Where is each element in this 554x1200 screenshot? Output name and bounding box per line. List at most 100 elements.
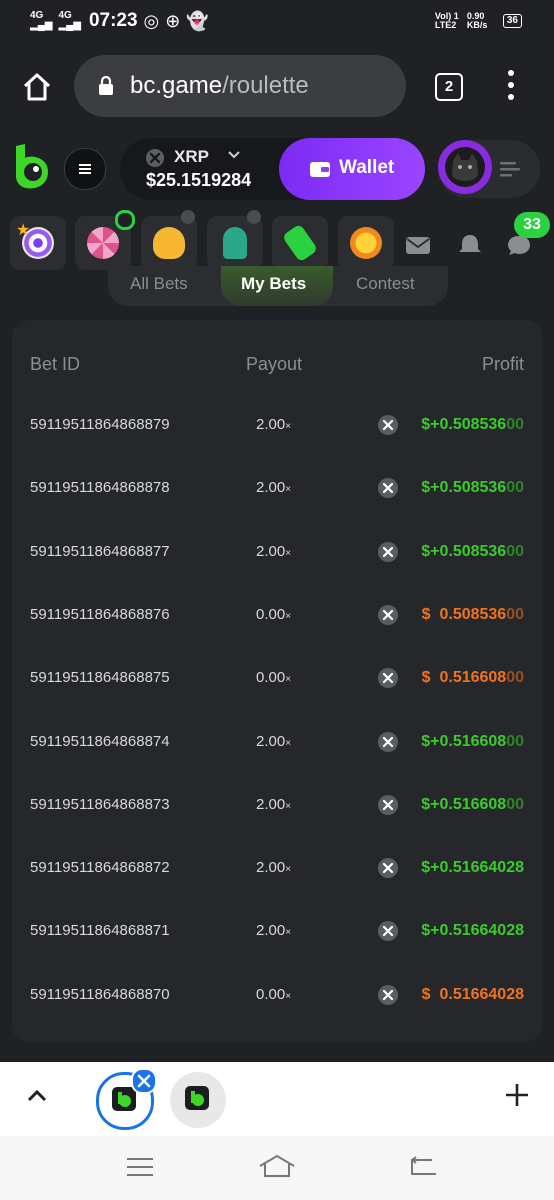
network-speed: 0.90 KB/s (466, 11, 488, 30)
mail-icon[interactable] (405, 234, 431, 256)
signal-icon-2: 4G ▂▄▆ (58, 10, 81, 31)
tab-switcher-button[interactable]: 2 (435, 73, 463, 101)
table-row[interactable]: 59119511864868870 0.00× $ 0.51664028 (12, 966, 542, 1029)
currency-label: XRP (174, 147, 209, 166)
chat-list-icon[interactable] (500, 160, 520, 178)
clock: 07:23 (88, 10, 138, 31)
chat-app-icon: ⊕ (165, 10, 181, 31)
table-row[interactable]: 59119511864868878 2.00× $+0.50853600 (12, 459, 542, 522)
browser-menu-button[interactable] (506, 70, 516, 104)
signal-icon: 4G ▂▄▆ (30, 10, 53, 31)
whatsapp-icon: ◎ (143, 10, 160, 31)
profile-area[interactable] (438, 140, 540, 198)
rocket-icon (223, 227, 247, 259)
price-tag-icon (281, 223, 319, 263)
xrp-coin-icon (378, 668, 398, 689)
table-row[interactable]: 59119511864868877 2.00× $+0.50853600 (12, 523, 542, 586)
column-header-bet-id: Bet ID (30, 354, 81, 374)
coin-icon (350, 227, 382, 259)
table-row[interactable]: 59119511864868871 2.00× $+0.51664028 (12, 902, 542, 965)
address-bar[interactable]: bc.game/roulette (74, 55, 406, 117)
bet-id-cell: 59119511864868873 (30, 795, 170, 813)
chevron-down-icon (228, 151, 240, 159)
wallet-label: Wallet (339, 157, 395, 178)
snapchat-icon: 👻 (186, 10, 209, 31)
profit-cell: $+0.50853600 (421, 416, 524, 433)
table-row[interactable]: 59119511864868876 0.00× $ 0.50853600 (12, 586, 542, 649)
tab-all-bets[interactable]: All Bets (130, 274, 188, 294)
profit-cell: $ 0.51660800 (421, 669, 524, 687)
tab-contest[interactable]: Contest (356, 274, 415, 294)
bet-id-cell: 59119511864868874 (30, 732, 170, 750)
piggy-bank-icon (153, 227, 185, 259)
xrp-coin-icon (378, 415, 398, 435)
system-nav-bar (0, 1136, 554, 1200)
xrp-coin-icon (378, 858, 398, 879)
balance-amount: $25.1519284 (146, 170, 252, 190)
column-header-payout: Payout (246, 354, 303, 374)
promo-tag-button[interactable] (272, 216, 328, 270)
lock-icon (181, 210, 195, 224)
bet-id-cell: 59119511864868870 (30, 985, 170, 1003)
bet-id-cell: 59119511864868876 (30, 605, 170, 623)
bell-icon[interactable] (457, 234, 483, 256)
bet-id-cell: 59119511864868879 (30, 416, 170, 433)
column-header-profit: Profit (481, 354, 524, 374)
star-icon: ★ (16, 222, 31, 239)
notification-badge: 33 (514, 212, 550, 238)
status-right: Vol) 1 LTE2 0.90 KB/s 36 (435, 12, 522, 30)
back-icon[interactable] (408, 1156, 438, 1178)
avatar[interactable] (438, 140, 492, 194)
bet-id-cell: 59119511864868872 (30, 859, 170, 877)
chevron-up-icon[interactable] (26, 1088, 48, 1104)
lock-icon (99, 76, 113, 95)
browser-toolbar: bc.game/roulette 2 (0, 44, 554, 130)
wallet-button[interactable]: Wallet (279, 138, 425, 200)
coin-rewards-button[interactable] (338, 216, 394, 270)
piggy-bank-button[interactable] (141, 210, 197, 270)
status-bar: 4G ▂▄▆ 4G ▂▄▆ 07:23 ◎ ⊕ 👻 Vol) 1 LTE2 0.90… (0, 0, 554, 44)
tab-my-bets[interactable]: My Bets (221, 266, 333, 306)
recent-apps-icon[interactable] (126, 1156, 154, 1178)
bet-id-cell: 59119511864868875 (30, 669, 170, 687)
xrp-coin-icon (378, 541, 398, 562)
tab-my-bets-label: My Bets (241, 274, 307, 293)
table-row[interactable]: 59119511864868875 0.00× $ 0.51660800 (12, 649, 542, 712)
payout-cell: 2.00× (256, 479, 292, 497)
table-row[interactable]: 59119511864868874 2.00× $+0.51660800 (12, 713, 542, 776)
home-icon[interactable] (22, 72, 52, 102)
profit-cell: $+0.50853600 (421, 542, 524, 560)
avatar-image (445, 147, 485, 187)
tab-thumbnail[interactable] (170, 1072, 226, 1128)
table-row[interactable]: 59119511864868879 2.00× $+0.50853600 (12, 396, 542, 459)
rocket-button[interactable] (207, 210, 263, 270)
progress-ring-icon (115, 210, 135, 230)
new-tab-icon[interactable] (504, 1082, 530, 1108)
wheel-icon (87, 227, 119, 259)
app-header: XRP $25.1519284 Wallet (0, 130, 554, 208)
table-row[interactable]: 59119511864868872 2.00× $+0.51664028 (12, 839, 542, 902)
bet-id-cell: 59119511864868871 (30, 922, 170, 940)
bets-tabs: All Bets My Bets Contest (108, 266, 448, 306)
profit-cell: $ 0.50853600 (421, 605, 524, 623)
lucky-wheel-button[interactable] (75, 210, 135, 270)
payout-cell: 2.00× (256, 922, 292, 940)
profit-cell: $+0.51660800 (421, 795, 524, 813)
home-nav-icon[interactable] (258, 1154, 296, 1178)
bets-table: Bet ID Payout Profit 59119511864868879 2.… (12, 320, 542, 1042)
profit-cell: $+0.51664028 (421, 922, 524, 940)
xrp-coin-icon (146, 149, 164, 167)
payout-cell: 2.00× (256, 732, 292, 750)
table-row[interactable]: 59119511864868873 2.00× $+0.51660800 (12, 776, 542, 839)
payout-cell: 2.00× (256, 542, 292, 560)
menu-button[interactable] (64, 148, 106, 190)
close-tab-icon[interactable] (131, 1068, 157, 1094)
profit-cell: $+0.50853600 (421, 479, 524, 497)
browser-tab-strip (0, 1062, 554, 1136)
bc-game-logo[interactable] (12, 142, 52, 192)
spin-target-button[interactable]: ★ (10, 216, 66, 270)
url-path: /roulette (222, 72, 309, 99)
xrp-coin-icon (378, 731, 398, 752)
wallet-icon (310, 162, 330, 177)
payout-cell: 2.00× (256, 416, 292, 433)
